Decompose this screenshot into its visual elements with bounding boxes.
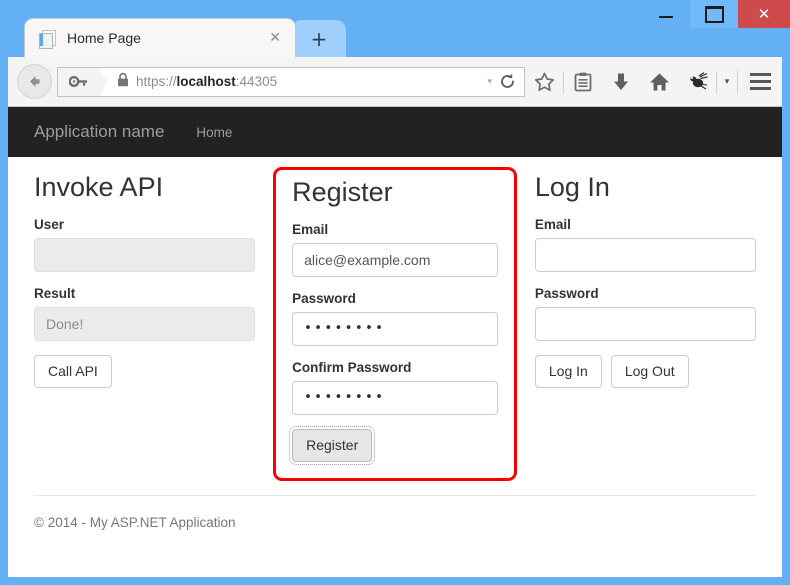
chevron-down-icon[interactable]: ▾ bbox=[487, 77, 492, 87]
login-password-input[interactable] bbox=[534, 306, 756, 341]
result-label: Result bbox=[34, 285, 76, 301]
download-button[interactable] bbox=[602, 72, 640, 92]
register-password-label: Password bbox=[292, 290, 356, 306]
result-input[interactable] bbox=[34, 306, 256, 341]
new-tab-label: + bbox=[310, 26, 328, 51]
firefox-hello-icon bbox=[689, 72, 708, 90]
bookmark-star-icon bbox=[534, 72, 554, 91]
user-label: User bbox=[34, 216, 65, 232]
new-tab-button[interactable]: + bbox=[292, 20, 346, 57]
main-content: Invoke API User Result Call API Register… bbox=[8, 157, 782, 481]
site-navbar: Application name Home bbox=[8, 107, 782, 157]
copyright-text: © 2014 - My ASP.NET Application bbox=[34, 514, 236, 530]
tab-strip: + Home Page ✕ bbox=[0, 0, 790, 57]
hamburger-icon-line-3 bbox=[749, 87, 771, 90]
call-api-button[interactable]: Call API bbox=[34, 354, 112, 388]
login-panel: Log In Email Password Log In Log Out bbox=[517, 171, 756, 481]
browser-toolbar: https://localhost:44305 ▾ ▾ bbox=[8, 57, 782, 107]
login-email-label: Email bbox=[534, 216, 571, 232]
footer-divider: © 2014 - My ASP.NET Application bbox=[34, 494, 756, 532]
user-input[interactable] bbox=[34, 237, 256, 272]
browser-window: ✕ + Home Page ✕ https://localhost:44305 … bbox=[0, 0, 790, 585]
tab-close-icon[interactable]: ✕ bbox=[269, 31, 281, 45]
reload-icon bbox=[501, 73, 514, 88]
login-button[interactable]: Log In bbox=[534, 354, 602, 388]
menu-button[interactable] bbox=[738, 73, 782, 90]
url-host: localhost bbox=[176, 74, 236, 89]
login-email-input[interactable] bbox=[534, 237, 756, 272]
hamburger-icon-line-1 bbox=[749, 73, 771, 76]
register-heading: Register bbox=[292, 177, 393, 207]
login-password-label: Password bbox=[534, 285, 599, 301]
register-confirm-password-input[interactable] bbox=[292, 380, 498, 415]
browser-tab-home-page[interactable]: Home Page ✕ bbox=[24, 18, 296, 57]
invoke-api-panel: Invoke API User Result Call API bbox=[34, 171, 273, 481]
login-button-row: Log In Log Out bbox=[534, 354, 756, 388]
back-button[interactable] bbox=[17, 64, 52, 99]
logout-button[interactable]: Log Out bbox=[610, 354, 689, 388]
bookmark-star-button[interactable] bbox=[525, 72, 563, 92]
url-scheme: https:// bbox=[136, 74, 177, 89]
overflow-chevron-down-icon[interactable]: ▾ bbox=[717, 77, 737, 87]
url-bar[interactable]: https://localhost:44305 ▾ bbox=[57, 66, 525, 97]
register-password-input[interactable] bbox=[292, 311, 498, 346]
register-submit-button[interactable]: Register bbox=[289, 425, 376, 465]
tab-title: Home Page bbox=[67, 30, 141, 46]
app-brand[interactable]: Application name bbox=[34, 122, 164, 142]
page-footer: © 2014 - My ASP.NET Application bbox=[8, 494, 782, 532]
firefox-hello-button[interactable] bbox=[678, 72, 716, 91]
register-email-label: Email bbox=[292, 221, 329, 237]
toolbar-icons: ▾ bbox=[525, 57, 782, 106]
register-confirm-password-label: Confirm Password bbox=[292, 359, 412, 375]
download-icon bbox=[614, 73, 628, 90]
register-panel: Register Email Password Confirm Password… bbox=[273, 167, 517, 481]
register-email-input[interactable] bbox=[292, 242, 498, 277]
site-identity-button[interactable] bbox=[58, 67, 107, 96]
page-icon bbox=[39, 29, 56, 49]
hamburger-icon-line-2 bbox=[749, 80, 771, 83]
home-button[interactable] bbox=[640, 72, 678, 92]
invoke-api-heading: Invoke API bbox=[34, 172, 164, 202]
login-heading: Log In bbox=[534, 172, 610, 202]
url-rest: :44305 bbox=[235, 74, 278, 89]
lock-icon bbox=[117, 72, 129, 92]
back-arrow-icon bbox=[30, 76, 40, 87]
reload-button[interactable] bbox=[499, 73, 516, 90]
page-viewport: Application name Home Invoke API User Re… bbox=[8, 107, 782, 577]
reading-list-icon bbox=[574, 72, 592, 91]
home-icon bbox=[649, 73, 669, 90]
key-icon bbox=[69, 76, 87, 87]
url-text: https://localhost:44305 bbox=[136, 74, 487, 89]
reading-list-button[interactable] bbox=[564, 72, 602, 92]
nav-link-home[interactable]: Home bbox=[196, 125, 232, 140]
